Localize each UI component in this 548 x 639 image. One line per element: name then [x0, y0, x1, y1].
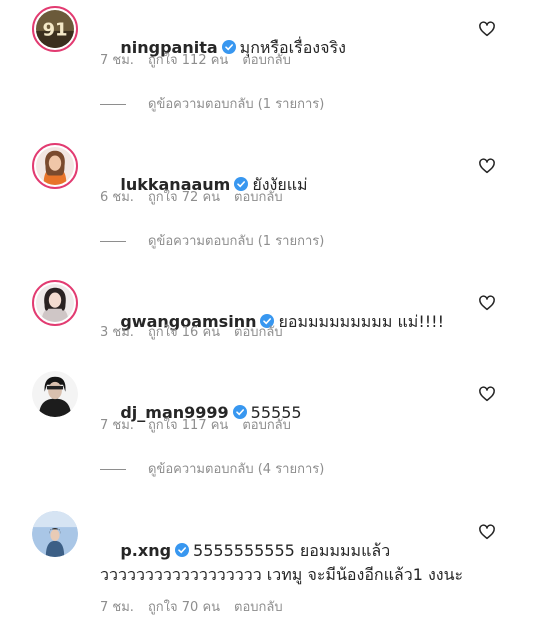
comment-line: ningpanita มุกหรือเรื่องจริง: [100, 12, 478, 84]
avatar[interactable]: [32, 143, 78, 189]
view-replies-button[interactable]: ดูข้อความตอบกลับ (1 รายการ): [100, 96, 324, 114]
comment-time[interactable]: 6 ชม.: [100, 190, 134, 205]
comment-likes[interactable]: ถูกใจ 16 คน: [148, 325, 220, 340]
heart-outline-icon[interactable]: [478, 523, 496, 541]
heart-outline-icon[interactable]: [478, 294, 496, 312]
comment-time[interactable]: 7 ชม.: [100, 600, 134, 615]
comment-likes[interactable]: ถูกใจ 117 คน: [148, 418, 228, 433]
comment-item: dj_man9999 55555 7 ชม. ถูกใจ 117 คน ตอบกลับ…: [0, 367, 548, 497]
avatar-image: [36, 147, 74, 185]
avatar-image: [32, 371, 78, 417]
avatar[interactable]: [32, 371, 78, 417]
view-replies-button[interactable]: ดูข้อความตอบกลับ (4 รายการ): [100, 461, 324, 479]
comment-meta: 7 ชม. ถูกใจ 112 คน ตอบกลับ: [100, 52, 305, 70]
comment-meta: 6 ชม. ถูกใจ 72 คน ตอบกลับ: [100, 189, 297, 207]
comment-likes[interactable]: ถูกใจ 72 คน: [148, 190, 220, 205]
verified-badge-icon: [175, 543, 190, 557]
replies-divider: [100, 241, 126, 242]
reply-button[interactable]: ตอบกลับ: [242, 418, 291, 433]
comment-time[interactable]: 7 ชม.: [100, 53, 134, 68]
comment-line: dj_man9999 55555: [100, 377, 478, 449]
heart-outline-icon[interactable]: [478, 20, 496, 38]
comment-item: gwangoamsinn ยอมมมมมมมมม แม่!!!! 3 ชม. ถูก…: [0, 274, 548, 354]
view-replies-label: ดูข้อความตอบกลับ (1 รายการ): [148, 234, 325, 249]
comment-meta: 7 ชม. ถูกใจ 70 คน ตอบกลับ: [100, 599, 297, 617]
heart-outline-icon[interactable]: [478, 157, 496, 175]
avatar[interactable]: [32, 511, 78, 557]
reply-button[interactable]: ตอบกลับ: [234, 600, 283, 615]
comment-username[interactable]: p.xng: [120, 541, 171, 560]
avatar-image: 91: [36, 10, 74, 48]
comment-line: lukkanaaum ยังงัยแม่: [100, 149, 478, 221]
comment-text: ยอมมมมมมมมม แม่!!!!: [278, 312, 444, 331]
reply-button[interactable]: ตอบกลับ: [234, 325, 283, 340]
comment-time[interactable]: 3 ชม.: [100, 325, 134, 340]
comment-meta: 3 ชม. ถูกใจ 16 คน ตอบกลับ: [100, 324, 297, 342]
reply-button[interactable]: ตอบกลับ: [234, 190, 283, 205]
comment-line: gwangoamsinn ยอมมมมมมมมม แม่!!!!: [100, 286, 478, 358]
avatar[interactable]: [32, 280, 78, 326]
avatar-image: [36, 284, 74, 322]
reply-button[interactable]: ตอบกลับ: [242, 53, 291, 68]
replies-divider: [100, 469, 126, 470]
replies-divider: [100, 104, 126, 105]
comment-likes[interactable]: ถูกใจ 70 คน: [148, 600, 220, 615]
comment-time[interactable]: 7 ชม.: [100, 418, 134, 433]
comment-likes[interactable]: ถูกใจ 112 คน: [148, 53, 228, 68]
avatar-logo-text: 91: [42, 20, 67, 41]
heart-outline-icon[interactable]: [478, 385, 496, 403]
avatar-image: [32, 511, 78, 557]
comment-line: p.xng 5555555555 ยอมมมมแล้ว ววววววววววววว…: [100, 515, 478, 611]
comment-meta: 7 ชม. ถูกใจ 117 คน ตอบกลับ: [100, 417, 305, 435]
view-replies-label: ดูข้อความตอบกลับ (1 รายการ): [148, 97, 325, 112]
view-replies-label: ดูข้อความตอบกลับ (4 รายการ): [148, 462, 325, 477]
comment-item: 91 ningpanita มุกหรือเรื่องจริง 7 ชม. ถูกใ…: [0, 0, 548, 130]
view-replies-button[interactable]: ดูข้อความตอบกลับ (1 รายการ): [100, 233, 324, 251]
avatar[interactable]: 91: [32, 6, 78, 52]
comment-item: lukkanaaum ยังงัยแม่ 6 ชม. ถูกใจ 72 คน ตอบก…: [0, 137, 548, 267]
comment-item: p.xng 5555555555 ยอมมมมแล้ว ววววววววววววว…: [0, 505, 548, 639]
